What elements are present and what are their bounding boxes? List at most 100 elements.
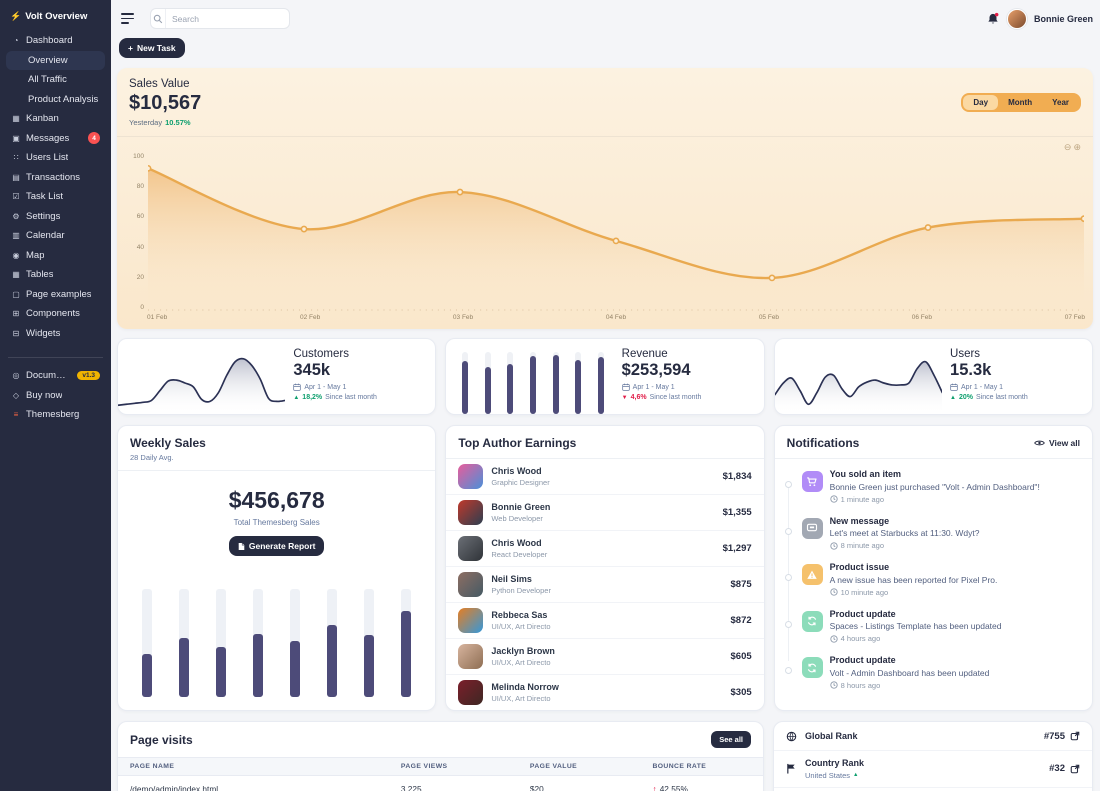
sidebar-item-product-analysis[interactable]: Product Analysis bbox=[6, 90, 105, 110]
author-amount: $1,355 bbox=[723, 507, 752, 518]
notification-item[interactable]: You sold an item Bonnie Green just purch… bbox=[783, 463, 1082, 510]
author-avatar bbox=[458, 572, 483, 597]
author-row[interactable]: Melinda Norrow UI/UX, Art Directo $305 bbox=[446, 675, 763, 710]
notification-item[interactable]: Product update Spaces - Listings Templat… bbox=[783, 603, 1082, 650]
main-content: Bonnie Green + New Task Sales Value $10,… bbox=[111, 0, 1100, 791]
sidebar-item-map[interactable]: ◉ Map bbox=[6, 246, 105, 266]
notification-time-text: 1 minute ago bbox=[841, 495, 884, 504]
sidebar-item-calendar[interactable]: ▥ Calendar bbox=[6, 226, 105, 246]
x-tick: 05 Feb bbox=[759, 314, 779, 321]
sidebar-item-dashboard[interactable]: ◔ Dashboard bbox=[6, 31, 105, 51]
notifications-list: You sold an item Bonnie Green just purch… bbox=[775, 459, 1092, 700]
bell-icon[interactable] bbox=[986, 12, 1000, 26]
brand[interactable]: ⚡ Volt Overview bbox=[6, 7, 105, 31]
notification-title: Product update bbox=[830, 655, 990, 665]
author-row[interactable]: Rebbeca Sas UI/UX, Art Directo $872 bbox=[446, 603, 763, 639]
author-row[interactable]: Chris Wood React Developer $1,297 bbox=[446, 531, 763, 567]
calendar-icon bbox=[293, 383, 301, 391]
range-month-button[interactable]: Month bbox=[998, 95, 1042, 110]
bar bbox=[598, 352, 604, 414]
author-role: UI/UX, Art Directo bbox=[491, 658, 555, 667]
hamburger-menu-icon[interactable] bbox=[121, 13, 134, 23]
see-all-button[interactable]: See all bbox=[711, 731, 751, 748]
users-delta: ▲ 20% Since last month bbox=[950, 394, 1082, 401]
sidebar-item-all-traffic[interactable]: All Traffic bbox=[6, 70, 105, 90]
bar bbox=[142, 589, 152, 697]
new-task-button[interactable]: + New Task bbox=[119, 38, 185, 58]
range-day-button[interactable]: Day bbox=[963, 95, 998, 110]
sidebar-item-messages[interactable]: ▣ Messages 4 bbox=[6, 129, 105, 149]
stat-cards-row: Customers 345k Apr 1 - May 1 ▲ 18,2% Sin… bbox=[117, 338, 1093, 415]
y-tick: 100 bbox=[126, 153, 144, 160]
range-year-button[interactable]: Year bbox=[1042, 95, 1079, 110]
bar bbox=[485, 352, 491, 414]
notification-time: 8 minute ago bbox=[830, 541, 980, 550]
sidebar: ⚡ Volt Overview ◔ Dashboard Overview All… bbox=[0, 0, 111, 791]
search-input[interactable] bbox=[166, 14, 289, 24]
weekly-sales-total: $456,678 bbox=[118, 487, 435, 514]
sidebar-item-settings[interactable]: ⚙ Settings bbox=[6, 207, 105, 227]
author-row[interactable]: Bonnie Green Web Developer $1,355 bbox=[446, 495, 763, 531]
sidebar-item-kanban[interactable]: ▦ Kanban bbox=[6, 109, 105, 129]
sales-title: Sales Value bbox=[129, 78, 201, 90]
sales-header: Sales Value $10,567 Yesterday10.57% Day … bbox=[117, 68, 1093, 137]
bounce-arrow-icon: ↑ bbox=[652, 784, 656, 791]
warning-icon bbox=[802, 564, 823, 585]
notification-item[interactable]: Product issue A new issue has been repor… bbox=[783, 556, 1082, 603]
sales-period-label: Yesterday bbox=[129, 118, 162, 127]
sidebar-item-documentation[interactable]: ◎ Documentation v1.3 bbox=[6, 366, 105, 386]
flag-icon bbox=[786, 763, 797, 774]
page-visit-row[interactable]: /demo/admin/index.html 3,225 $20 ↑42,55% bbox=[118, 776, 763, 791]
app-root: ⚡ Volt Overview ◔ Dashboard Overview All… bbox=[0, 0, 1100, 791]
sidebar-item-users-list[interactable]: ∷ Users List bbox=[6, 148, 105, 168]
sidebar-item-themesberg[interactable]: ≡ Themesberg bbox=[6, 405, 105, 425]
view-all-label: View all bbox=[1049, 438, 1080, 448]
users-title: Users bbox=[950, 348, 1082, 360]
notification-item[interactable]: New message Let's meet at Starbucks at 1… bbox=[783, 510, 1082, 557]
bar bbox=[179, 589, 189, 697]
external-link-icon[interactable] bbox=[1070, 764, 1080, 774]
ranks-card: Global Rank #755 Country Rank United Sta… bbox=[773, 721, 1093, 791]
sidebar-item-page-examples[interactable]: ▢ Page examples bbox=[6, 285, 105, 305]
sidebar-item-transactions[interactable]: ▤ Transactions bbox=[6, 168, 105, 188]
sidebar-item-tables[interactable]: ▦ Tables bbox=[6, 265, 105, 285]
author-avatar bbox=[458, 536, 483, 561]
author-amount: $875 bbox=[731, 579, 752, 590]
user-name[interactable]: Bonnie Green bbox=[1034, 14, 1093, 24]
sidebar-divider bbox=[8, 357, 103, 358]
sidebar-item-task-list[interactable]: ☑ Task List bbox=[6, 187, 105, 207]
generate-report-button[interactable]: Generate Report bbox=[229, 536, 325, 556]
sidebar-item-components[interactable]: ⊞ Components bbox=[6, 304, 105, 324]
sidebar-item-label: Task List bbox=[26, 191, 63, 202]
sidebar-item-label: Dashboard bbox=[26, 35, 72, 46]
revenue-delta: ▼ 4,6% Since last month bbox=[622, 394, 754, 401]
author-row[interactable]: Jacklyn Brown UI/UX, Art Directo $605 bbox=[446, 639, 763, 675]
notification-time-text: 8 minute ago bbox=[841, 541, 884, 550]
revenue-value: $253,594 bbox=[622, 361, 754, 380]
user-avatar[interactable] bbox=[1007, 9, 1027, 29]
sales-chart-area: ⊖⊕ 100806040200 01 Feb02 Feb03 Feb04 Feb… bbox=[117, 137, 1093, 329]
trend-up-icon: ▲ bbox=[950, 395, 956, 401]
notification-item[interactable]: Product update Volt - Admin Dashboard ha… bbox=[783, 649, 1082, 696]
zoom-in-icon[interactable]: ⊕ bbox=[1073, 142, 1083, 152]
page-visits-card: Page visits See all Page name Page views… bbox=[117, 721, 764, 791]
author-name: Chris Wood bbox=[491, 538, 547, 548]
users-icon: ∷ bbox=[11, 153, 21, 162]
sales-chart-wrap: 100806040200 bbox=[117, 137, 1093, 311]
author-row[interactable]: Neil Sims Python Developer $875 bbox=[446, 567, 763, 603]
external-link-icon[interactable] bbox=[1070, 731, 1080, 741]
revenue-date-range: Apr 1 - May 1 bbox=[622, 383, 754, 391]
widgets-icon: ⊟ bbox=[11, 329, 21, 338]
sidebar-item-buy-now[interactable]: ◇ Buy now bbox=[6, 386, 105, 406]
customers-delta-value: 18,2% bbox=[302, 394, 322, 401]
y-tick: 80 bbox=[126, 183, 144, 190]
notification-time-text: 4 hours ago bbox=[841, 634, 881, 643]
range-toggle-group: Day Month Year bbox=[961, 93, 1081, 112]
author-row[interactable]: Chris Wood Graphic Designer $1,834 bbox=[446, 459, 763, 495]
page-icon: ▢ bbox=[11, 290, 21, 299]
kanban-icon: ▦ bbox=[11, 114, 21, 123]
rank-sub-text: United States bbox=[805, 771, 850, 780]
view-all-button[interactable]: View all bbox=[1034, 438, 1080, 448]
sidebar-item-widgets[interactable]: ⊟ Widgets bbox=[6, 324, 105, 344]
sidebar-item-overview[interactable]: Overview bbox=[6, 51, 105, 71]
